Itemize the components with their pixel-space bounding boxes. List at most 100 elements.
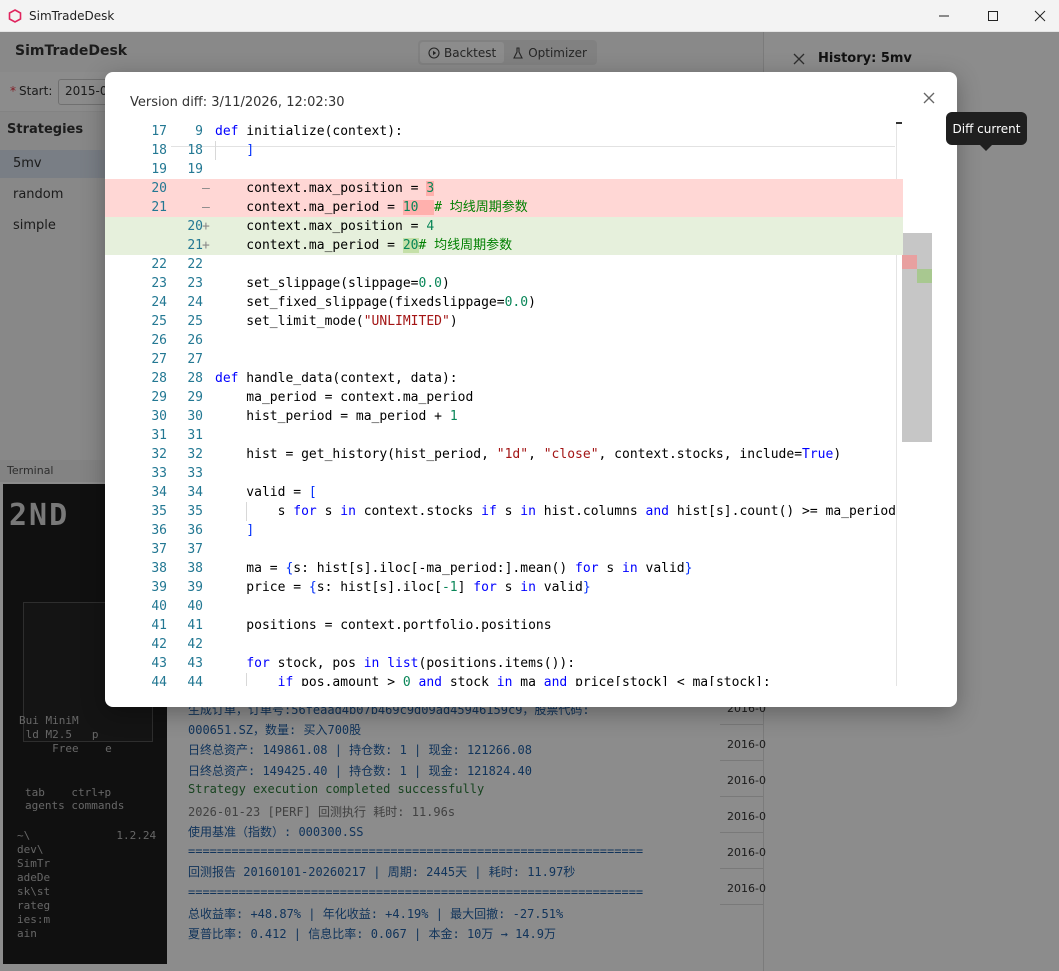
old-line-number: 37: [151, 542, 167, 557]
new-line-number: 41: [187, 618, 203, 633]
diff-row: 37 37: [105, 540, 903, 559]
minimap-deletion-mark: [902, 255, 917, 269]
code-line: ma_period = context.ma_period: [215, 390, 474, 405]
diff-row: 30 30 hist_period = ma_period + 1: [105, 407, 903, 426]
close-window-button[interactable]: [1016, 0, 1059, 32]
version-diff-modal: Version diff: 3/11/2026, 12:02:30 17 9 def…: [105, 72, 957, 707]
old-line-number: 28: [151, 371, 167, 386]
diff-row: 38 38 ma = {s: hist[s].iloc[-ma_period:].…: [105, 559, 903, 578]
modal-title: Version diff: 3/11/2026, 12:02:30: [130, 95, 345, 110]
window-title: SimTradeDesk: [29, 8, 115, 23]
new-line-number: 27: [187, 352, 203, 367]
minimize-icon: [939, 15, 949, 17]
diff-row: 44 44 if pos.amount > 0 and stock in ma a…: [105, 673, 903, 686]
old-line-number: 18: [151, 143, 167, 158]
app-logo-icon: [8, 8, 22, 23]
old-line-number: 40: [151, 599, 167, 614]
new-line-number: 32: [187, 447, 203, 462]
window-titlebar: SimTradeDesk: [0, 0, 1059, 32]
diff-row: 19 19: [105, 160, 903, 179]
diff-row: 35 35 s for s in context.stocks if s in h…: [105, 502, 903, 521]
diff-row: 17 9 def initialize(context):: [105, 122, 903, 141]
diff-row: 24 24 set_fixed_slippage(fixedslippage=0.…: [105, 293, 903, 312]
close-icon: [1034, 10, 1046, 22]
old-line-number: 19: [151, 162, 167, 177]
new-line-number: 24: [187, 295, 203, 310]
code-line: hist_period = ma_period + 1: [215, 409, 458, 424]
old-line-number: 17: [151, 124, 167, 139]
old-line-number: 39: [151, 580, 167, 595]
code-line: valid = [: [215, 485, 317, 500]
diff-row: 18 18 ]: [105, 141, 903, 160]
old-line-number: 29: [151, 390, 167, 405]
old-line-number: 36: [151, 523, 167, 538]
old-line-number: 26: [151, 333, 167, 348]
indent-guide: [215, 141, 216, 160]
diff-row: 36 36 ]: [105, 521, 903, 540]
tooltip-arrow: [980, 145, 992, 151]
maximize-button[interactable]: [969, 0, 1017, 32]
code-line: for stock, pos in list(positions.items()…: [246, 656, 576, 671]
diff-marker: —: [202, 181, 210, 196]
old-line-number: 22: [151, 257, 167, 272]
diff-marker: —: [202, 200, 210, 215]
minimize-button[interactable]: [920, 0, 968, 32]
new-line-number: 20: [187, 219, 203, 234]
diff-row: 28 28 def handle_data(context, data):: [105, 369, 903, 388]
old-line-number: 41: [151, 618, 167, 633]
diff-row-deleted: 20 — context.max_position = 3: [105, 179, 903, 198]
old-line-number: 23: [151, 276, 167, 291]
diff-row: 23 23 set_slippage(slippage=0.0): [105, 274, 903, 293]
code-line: ]: [246, 143, 255, 158]
indent-guide: [246, 673, 247, 686]
new-line-number: 31: [187, 428, 203, 443]
code-line: ]: [246, 523, 255, 538]
new-line-number: 23: [187, 276, 203, 291]
new-line-number: 22: [187, 257, 203, 272]
code-line: context.max_position = 3: [215, 181, 435, 196]
new-line-number: 9: [195, 124, 203, 139]
diff-row: 33 33: [105, 464, 903, 483]
old-line-number: 34: [151, 485, 167, 500]
old-line-number: 21: [151, 200, 167, 215]
new-line-number: 43: [187, 656, 203, 671]
old-line-number: 20: [151, 181, 167, 196]
old-line-number: 27: [151, 352, 167, 367]
new-line-number: 29: [187, 390, 203, 405]
close-modal-icon[interactable]: [922, 91, 936, 105]
new-line-number: 42: [187, 637, 203, 652]
old-line-number: 25: [151, 314, 167, 329]
diff-row: 42 42: [105, 635, 903, 654]
indent-guide: [246, 502, 247, 521]
old-line-number: 33: [151, 466, 167, 481]
old-line-number: 30: [151, 409, 167, 424]
diff-row-added: 20 + context.max_position = 4: [105, 217, 903, 236]
old-line-number: 32: [151, 447, 167, 462]
diff-row: 34 34 valid = [: [105, 483, 903, 502]
diff-row: 29 29 ma_period = context.ma_period: [105, 388, 903, 407]
code-line: context.ma_period = 20# 均线周期参数: [215, 238, 513, 253]
new-line-number: 37: [187, 542, 203, 557]
code-line: set_slippage(slippage=0.0): [215, 276, 450, 291]
diff-minimap[interactable]: [902, 233, 932, 442]
new-line-number: 34: [187, 485, 203, 500]
new-line-number: 36: [187, 523, 203, 538]
new-line-number: 35: [187, 504, 203, 519]
diff-row: 22 22: [105, 255, 903, 274]
new-line-number: 38: [187, 561, 203, 576]
diff-row: 25 25 set_limit_mode("UNLIMITED"): [105, 312, 903, 331]
diff-row: 40 40: [105, 597, 903, 616]
code-line: ma = {s: hist[s].iloc[-ma_period:].mean(…: [215, 561, 693, 576]
code-line: def handle_data(context, data):: [215, 371, 458, 386]
diff-row: 27 27: [105, 350, 903, 369]
minimap-addition-mark: [917, 269, 932, 283]
old-line-number: 35: [151, 504, 167, 519]
diff-current-tooltip: Diff current: [946, 112, 1027, 145]
code-line: hist = get_history(hist_period, "1d", "c…: [215, 447, 842, 462]
diff-row: 43 43 for stock, pos in list(positions.it…: [105, 654, 903, 673]
diff-editor[interactable]: 17 9 def initialize(context): 18 18 ] 19 19 20—…: [105, 122, 957, 686]
old-line-number: 24: [151, 295, 167, 310]
new-line-number: 21: [187, 238, 203, 253]
diff-marker: +: [202, 219, 210, 234]
old-line-number: 44: [151, 675, 167, 686]
